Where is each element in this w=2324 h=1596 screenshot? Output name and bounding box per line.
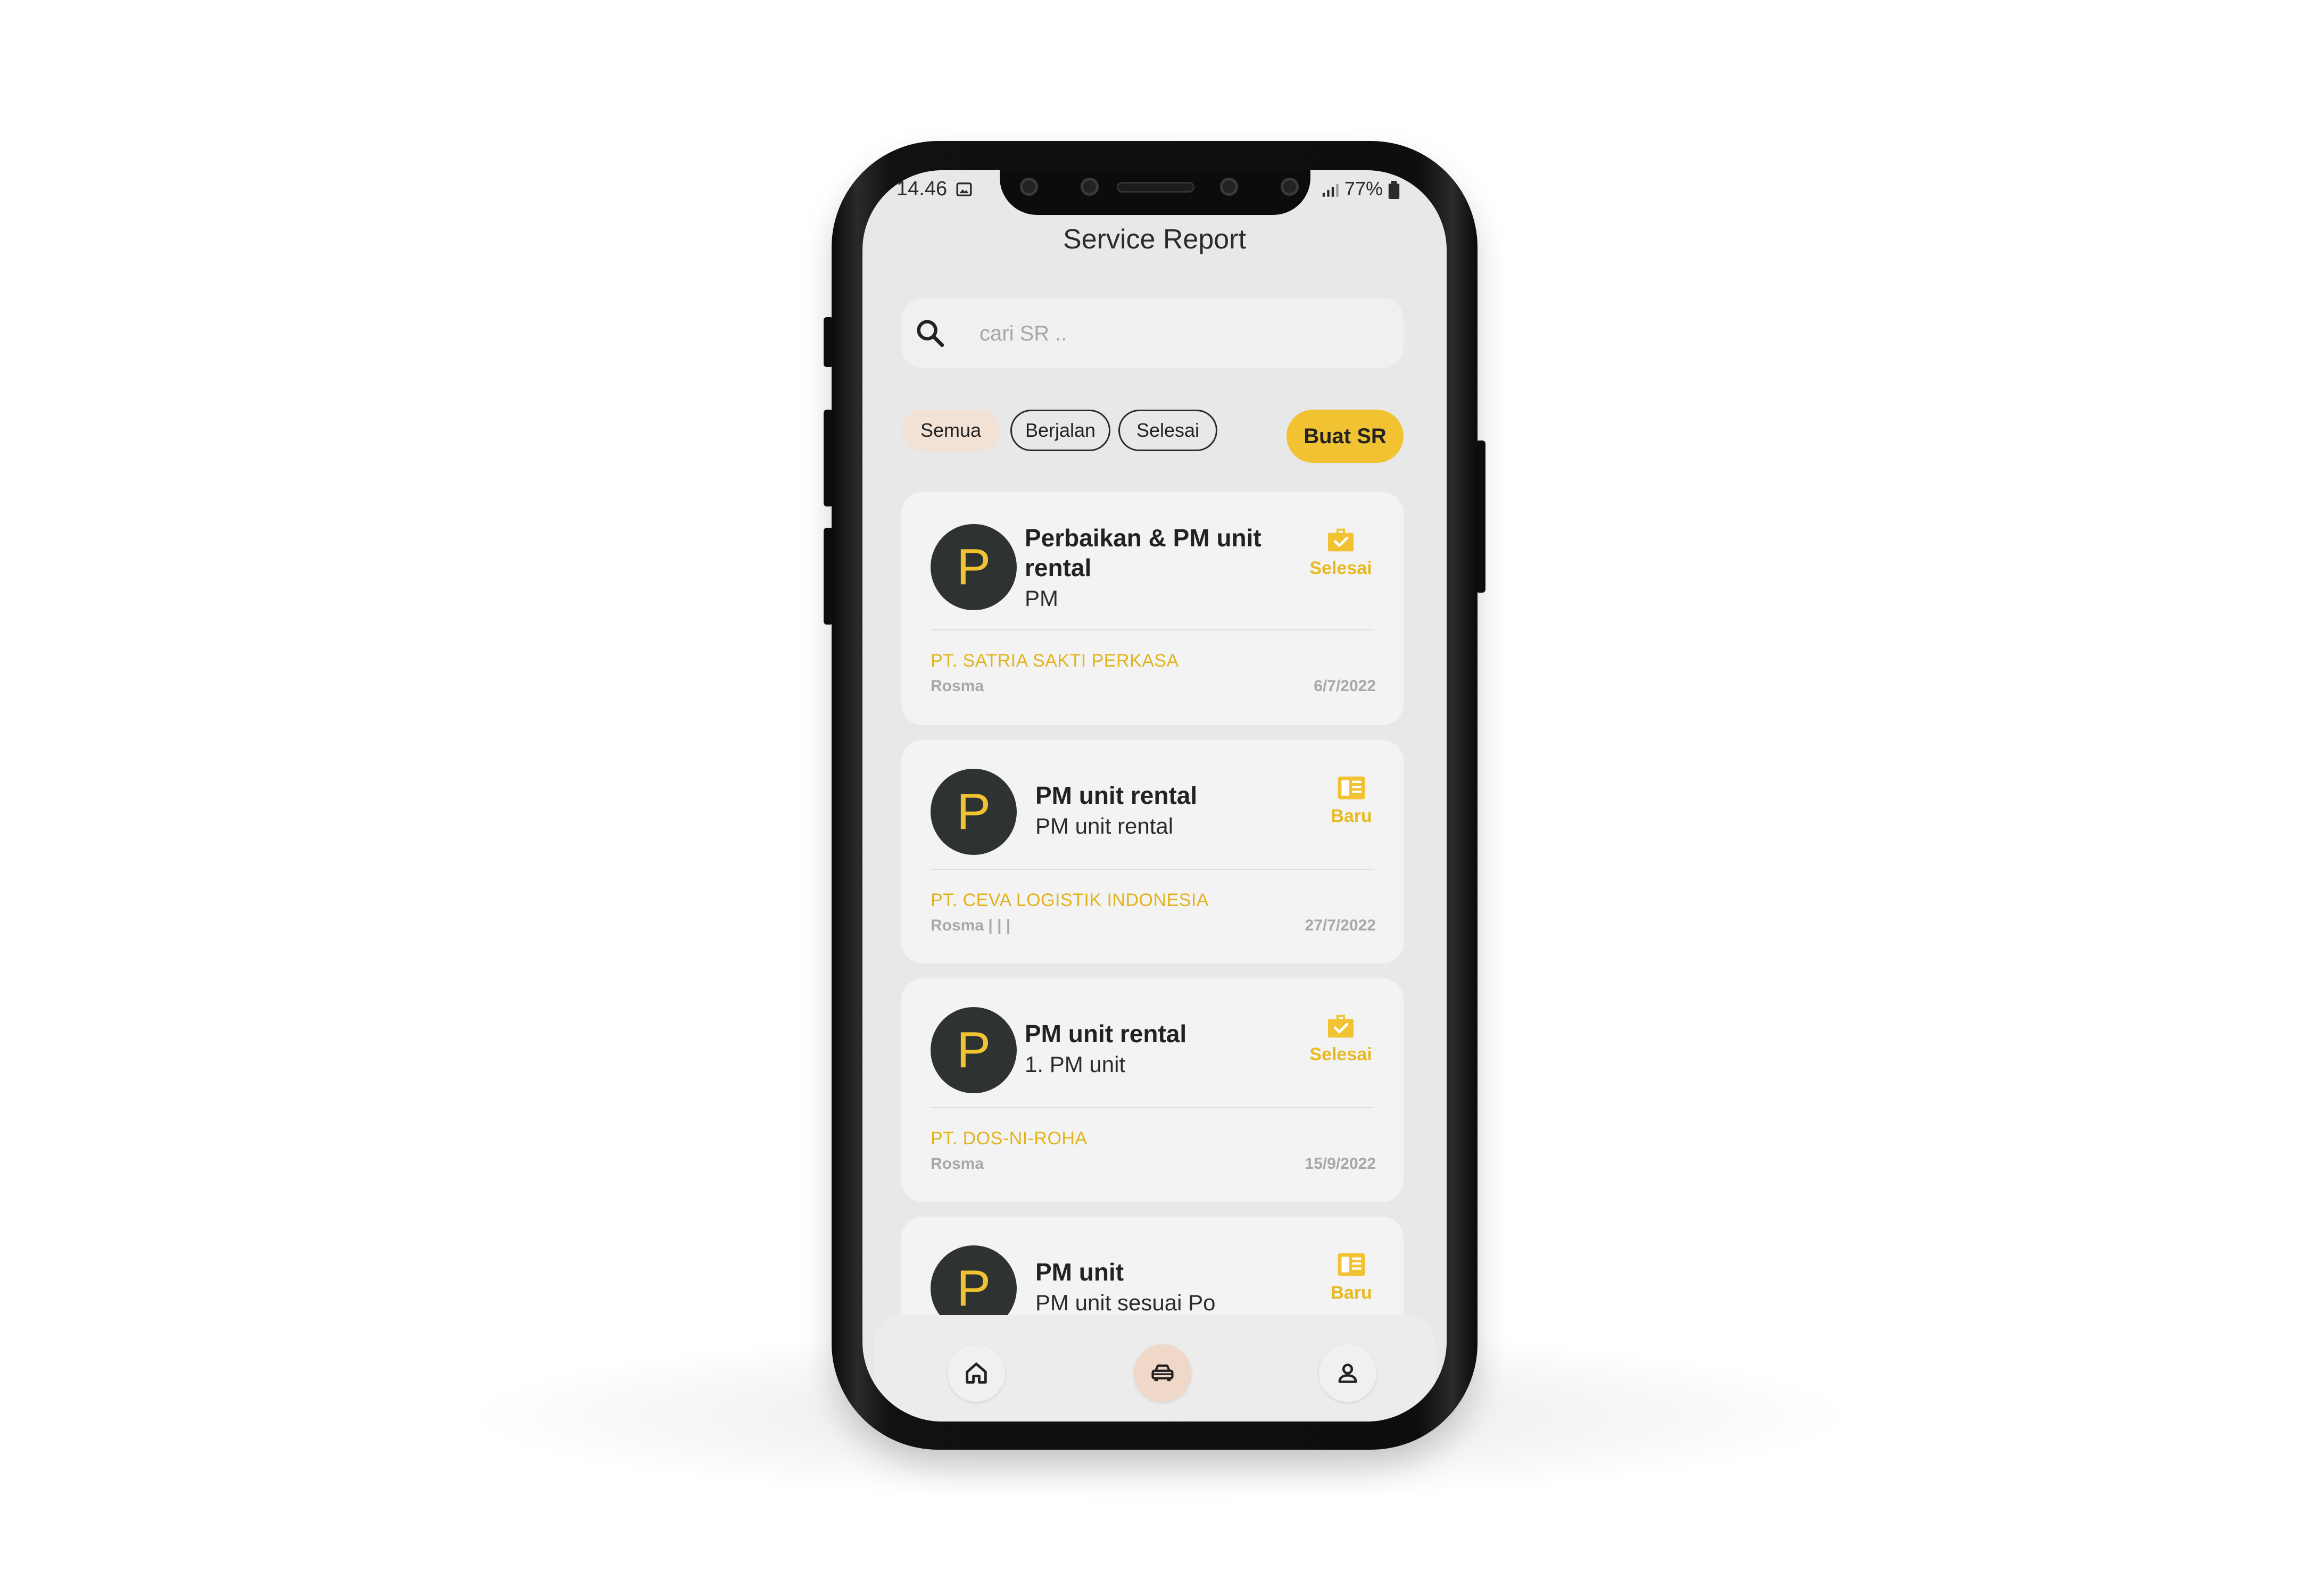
volume-up-button [824, 317, 833, 367]
divider [931, 629, 1374, 630]
briefcase-check-icon [1328, 1015, 1354, 1038]
filter-chip-semua[interactable]: Semua [901, 410, 1000, 451]
technician-name: Rosma [931, 677, 984, 695]
status-time: 14.46 [897, 178, 948, 200]
report-title: Perbaikan & PM unit rental [1025, 524, 1261, 581]
briefcase-check-icon [1328, 528, 1354, 552]
report-title: PM unit rental [1035, 782, 1198, 809]
camera-lens-icon [1020, 178, 1038, 196]
avatar: P [931, 524, 1017, 610]
front-camera-icon [1220, 178, 1238, 196]
bottom-navigation [874, 1315, 1435, 1422]
volume-down-button [824, 410, 833, 506]
search-bar[interactable] [901, 298, 1404, 368]
image-notification-icon [956, 182, 972, 197]
report-date: 15/9/2022 [1305, 1155, 1376, 1173]
company-name: PT. DOS-NI-ROHA [931, 1128, 1088, 1149]
report-card[interactable]: P Perbaikan & PM unit rental PM Selesai … [901, 492, 1404, 725]
avatar: P [931, 1007, 1017, 1093]
battery-percent: 77% [1344, 178, 1383, 200]
earpiece-speaker [1117, 182, 1194, 193]
page-title: Service Report [1063, 224, 1246, 255]
search-input[interactable] [978, 314, 1385, 353]
technician-name: Rosma [931, 1155, 984, 1173]
camera-notch [1000, 170, 1310, 215]
signal-icon [1322, 184, 1339, 197]
company-name: PT. CEVA LOGISTIK INDONESIA [931, 890, 1209, 910]
status-label: Selesai [1309, 558, 1372, 578]
power-button [1476, 440, 1485, 593]
bixby-button [824, 528, 833, 625]
status-right-group: 77% [1321, 178, 1400, 200]
report-subtitle: PM unit sesuai Po [1035, 1290, 1216, 1315]
company-name: PT. SATRIA SAKTI PERKASA [931, 651, 1179, 671]
avatar: P [931, 769, 1017, 855]
status-badge: Selesai [1304, 523, 1378, 579]
report-subtitle: PM [1025, 586, 1058, 611]
newspaper-icon [1338, 1253, 1365, 1276]
filter-chip-berjalan[interactable]: Berjalan [1010, 410, 1110, 451]
status-badge: Selesai [1304, 1009, 1378, 1065]
vehicle-icon [1151, 1364, 1174, 1382]
phone-screen: 14.46 77% Service Report Semua Berjalan … [862, 170, 1447, 1422]
newspaper-icon [1338, 776, 1365, 800]
status-badge: Baru [1314, 771, 1389, 827]
nav-profile-button[interactable] [1319, 1344, 1376, 1402]
report-date: 27/7/2022 [1305, 917, 1376, 934]
status-label: Baru [1331, 1283, 1372, 1303]
technician-name: Rosma | | | [931, 917, 1011, 934]
report-card[interactable]: P PM unit rental 1. PM unit Selesai PT. … [901, 978, 1404, 1202]
sensor-icon [1081, 178, 1099, 196]
divider [931, 1107, 1374, 1108]
profile-icon [1338, 1364, 1357, 1383]
report-title: PM unit [1035, 1258, 1124, 1286]
status-label: Baru [1331, 806, 1372, 826]
create-sr-button[interactable]: Buat SR [1286, 410, 1404, 463]
nav-vehicle-button[interactable] [1134, 1344, 1191, 1402]
status-notification-icons [955, 180, 973, 198]
filter-chip-selesai[interactable]: Selesai [1118, 410, 1217, 451]
nav-home-button[interactable] [948, 1344, 1005, 1402]
report-subtitle: 1. PM unit [1025, 1052, 1126, 1077]
report-list: P Perbaikan & PM unit rental PM Selesai … [901, 492, 1404, 1422]
report-title: PM unit rental [1025, 1020, 1187, 1048]
sensor-icon [1281, 178, 1299, 196]
search-icon[interactable] [913, 316, 947, 350]
report-card[interactable]: P PM unit rental PM unit rental Baru PT.… [901, 740, 1404, 963]
report-date: 6/7/2022 [1314, 677, 1376, 695]
divider [931, 869, 1374, 870]
status-badge: Baru [1314, 1248, 1389, 1303]
home-icon [966, 1362, 987, 1384]
status-label: Selesai [1309, 1044, 1372, 1065]
report-subtitle: PM unit rental [1035, 813, 1174, 838]
battery-icon [1388, 181, 1400, 200]
